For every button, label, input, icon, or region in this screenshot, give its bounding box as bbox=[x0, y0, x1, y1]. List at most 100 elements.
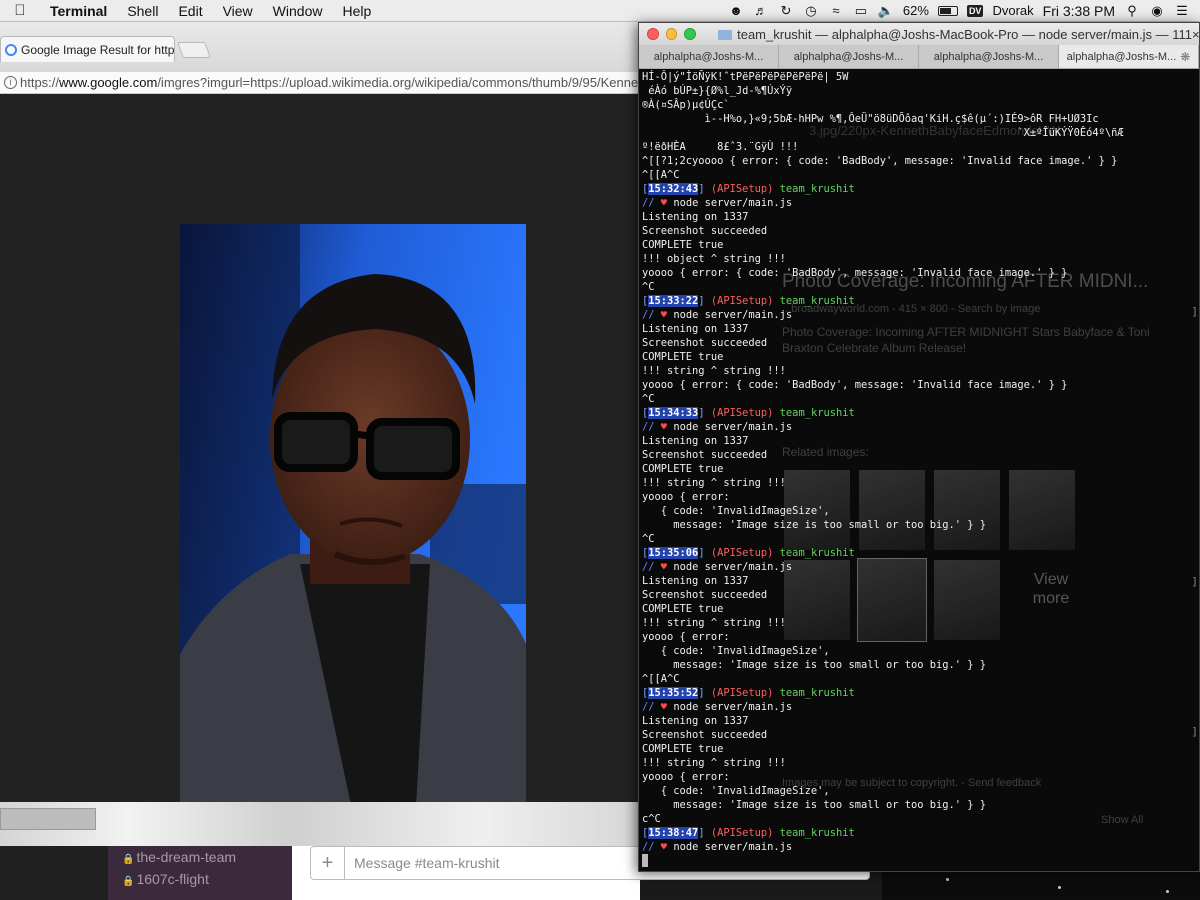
terminal-line: c^C bbox=[642, 813, 661, 825]
battery-percent[interactable]: 62% bbox=[903, 3, 929, 18]
terminal-line: éÀó bÚP±}{Ø%l_Jd-%¶ÚxÝÿ bbox=[642, 85, 793, 97]
terminal-line: message: 'Image size is too small or too… bbox=[642, 799, 987, 811]
info-icon[interactable]: i bbox=[4, 76, 17, 89]
close-window-button[interactable] bbox=[647, 28, 659, 40]
download-item[interactable] bbox=[0, 808, 96, 830]
terminal-line: !!! string ^ string !!! bbox=[642, 365, 786, 377]
terminal-line: message: 'Image size is too small or too… bbox=[642, 519, 987, 531]
new-tab-button[interactable] bbox=[177, 42, 211, 58]
menu-edit[interactable]: Edit bbox=[168, 3, 212, 19]
minimize-window-button[interactable] bbox=[665, 28, 678, 40]
menu-help[interactable]: Help bbox=[332, 3, 381, 19]
keyboard-layout[interactable]: Dvorak bbox=[992, 3, 1033, 18]
scroll-marker: ] bbox=[1191, 305, 1198, 318]
prompt-timestamp: 15:35:52 bbox=[648, 687, 699, 699]
terminal-line: !!! string ^ string !!! bbox=[642, 477, 786, 489]
terminal-line: º!ëðHÈA 8£ˆ3.¨GÿÙ !!! bbox=[642, 141, 799, 153]
terminal-line: COMPLETE true bbox=[642, 743, 724, 755]
url-path: /imgres?imgurl=https://upload.wikimedia.… bbox=[157, 75, 640, 90]
terminal-tab-active[interactable]: alphalpha@Joshs-M... ❋ bbox=[1059, 45, 1199, 68]
url-prefix: https:// bbox=[20, 75, 60, 90]
heart-icon: ♥ bbox=[660, 421, 668, 433]
command-line: // ♥ node server/main.js bbox=[642, 196, 1198, 210]
heart-icon: ♥ bbox=[660, 561, 668, 573]
portrait-image[interactable] bbox=[180, 224, 526, 824]
sync-icon[interactable]: ↻ bbox=[778, 3, 794, 19]
terminal-line: `X±ºÎüKÝŸ0Êó4º\ñÆ bbox=[642, 127, 1124, 139]
menu-window[interactable]: Window bbox=[263, 3, 333, 19]
prompt-line: [15:35:06] (APISetup) team_krushit bbox=[642, 546, 1198, 560]
prompt-line: [15:38:47] (APISetup) team_krushit bbox=[642, 826, 1198, 840]
menu-view[interactable]: View bbox=[213, 3, 263, 19]
terminal-line: !!! object ^ string !!! bbox=[642, 253, 786, 265]
terminal-line: !!! string ^ string !!! bbox=[642, 617, 786, 629]
terminal-line: Listening on 1337 bbox=[642, 575, 749, 587]
terminal-content[interactable]: 3.jpg/220px-KennethBabyfaceEdmondsHW... … bbox=[639, 70, 1199, 870]
channel-label: the-dream-team bbox=[136, 849, 237, 865]
wifi-icon[interactable]: ≈ bbox=[828, 3, 844, 19]
user-avatar-icon[interactable]: ◉ bbox=[1149, 3, 1165, 19]
cursor-line bbox=[642, 854, 1198, 868]
terminal-line: COMPLETE true bbox=[642, 463, 724, 475]
command-text: node server/main.js bbox=[673, 701, 793, 713]
prompt-env: (APISetup) bbox=[710, 687, 774, 699]
channel-item[interactable]: 🔒 the-dream-team bbox=[108, 846, 292, 868]
prompt-user: team_krushit bbox=[779, 407, 855, 419]
zoom-window-button[interactable] bbox=[684, 28, 697, 40]
chrome-tab[interactable]: Google Image Result for https ✕ bbox=[0, 36, 175, 62]
terminal-tab[interactable]: alphalpha@Joshs-M... bbox=[639, 45, 779, 68]
slack-message-area: + Message #team-krushit bbox=[292, 846, 870, 900]
lock-icon: 🔒 bbox=[122, 876, 135, 887]
time-machine-icon[interactable]: ◷ bbox=[803, 3, 819, 19]
plus-icon[interactable]: + bbox=[311, 847, 345, 879]
terminal-line: message: 'Image size is too small or too… bbox=[642, 659, 987, 671]
volume-icon[interactable]: 🔈 bbox=[878, 3, 894, 19]
terminal-tab[interactable]: alphalpha@Joshs-M... bbox=[779, 45, 919, 68]
prompt-env: (APISetup) bbox=[710, 407, 774, 419]
message-placeholder: Message #team-krushit bbox=[354, 855, 500, 871]
terminal-tabs: alphalpha@Joshs-M... alphalpha@Joshs-M..… bbox=[639, 45, 1199, 69]
battery-icon[interactable] bbox=[937, 5, 958, 16]
prompt-bracket: ] bbox=[698, 827, 705, 839]
keyboard-badge[interactable]: DV bbox=[966, 4, 984, 17]
terminal-line: ^C bbox=[642, 281, 655, 293]
command-line: // ♥ node server/main.js bbox=[642, 700, 1198, 714]
terminal-tab[interactable]: alphalpha@Joshs-M... bbox=[919, 45, 1059, 68]
airplay-icon[interactable]: ▭ bbox=[853, 3, 869, 19]
terminal-line: Screenshot succeeded bbox=[642, 729, 768, 741]
terminal-line: Listening on 1337 bbox=[642, 211, 749, 223]
prompt-slash: // bbox=[642, 421, 655, 433]
address-bar[interactable]: i https://www.google.com/imgres?imgurl=h… bbox=[0, 72, 640, 94]
terminal-line: ®À(¤SÂp)µ¢ÚÇc` bbox=[642, 99, 730, 111]
prompt-timestamp: 15:38:47 bbox=[648, 827, 699, 839]
clock[interactable]: Fri 3:38 PM bbox=[1043, 3, 1115, 19]
terminal-line: HÍ-Ô|ý"ÌöÑÿK!ˆtPëPëPëPëPëPëPë| 5W bbox=[642, 71, 849, 83]
terminal-line: ì--H%o,}«9;5bÆ-hHPw %¶,ÔeÜ"ö8üDÕôaq'KiH.… bbox=[642, 113, 1099, 125]
terminal-line: { code: 'InvalidImageSize', bbox=[642, 505, 830, 517]
menu-shell[interactable]: Shell bbox=[117, 3, 168, 19]
prompt-slash: // bbox=[642, 309, 655, 321]
terminal-title: team_krushit — alphalpha@Joshs-MacBook-P… bbox=[718, 27, 1199, 42]
terminal-line: ^C bbox=[642, 533, 655, 545]
heart-icon: ♥ bbox=[660, 701, 668, 713]
apple-menu-icon[interactable]:  bbox=[0, 2, 40, 19]
heart-icon: ♥ bbox=[660, 197, 668, 209]
prompt-line: [15:34:33] (APISetup) team_krushit bbox=[642, 406, 1198, 420]
spinner-icon: ❋ bbox=[1180, 49, 1191, 64]
notification-center-icon[interactable]: ☰ bbox=[1174, 3, 1190, 19]
command-line: // ♥ node server/main.js bbox=[642, 308, 1198, 322]
terminal-titlebar[interactable]: team_krushit — alphalpha@Joshs-MacBook-P… bbox=[639, 23, 1199, 45]
cat-face-icon[interactable]: ☻ bbox=[728, 3, 744, 19]
terminal-title-text: team_krushit — alphalpha@Joshs-MacBook-P… bbox=[737, 26, 1200, 42]
terminal-line: Listening on 1337 bbox=[642, 323, 749, 335]
prompt-env: (APISetup) bbox=[710, 827, 774, 839]
horn-icon[interactable]: ♬ bbox=[753, 3, 769, 19]
menu-terminal[interactable]: Terminal bbox=[40, 3, 117, 19]
prompt-timestamp: 15:34:33 bbox=[648, 407, 699, 419]
prompt-bracket: ] bbox=[698, 547, 705, 559]
terminal-window: team_krushit — alphalpha@Joshs-MacBook-P… bbox=[638, 22, 1200, 872]
command-text: node server/main.js bbox=[673, 841, 793, 853]
terminal-line: yoooo { error: bbox=[642, 631, 730, 643]
spotlight-icon[interactable]: ⚲ bbox=[1124, 3, 1140, 19]
channel-item[interactable]: 🔒 1607c-flight bbox=[108, 868, 292, 890]
